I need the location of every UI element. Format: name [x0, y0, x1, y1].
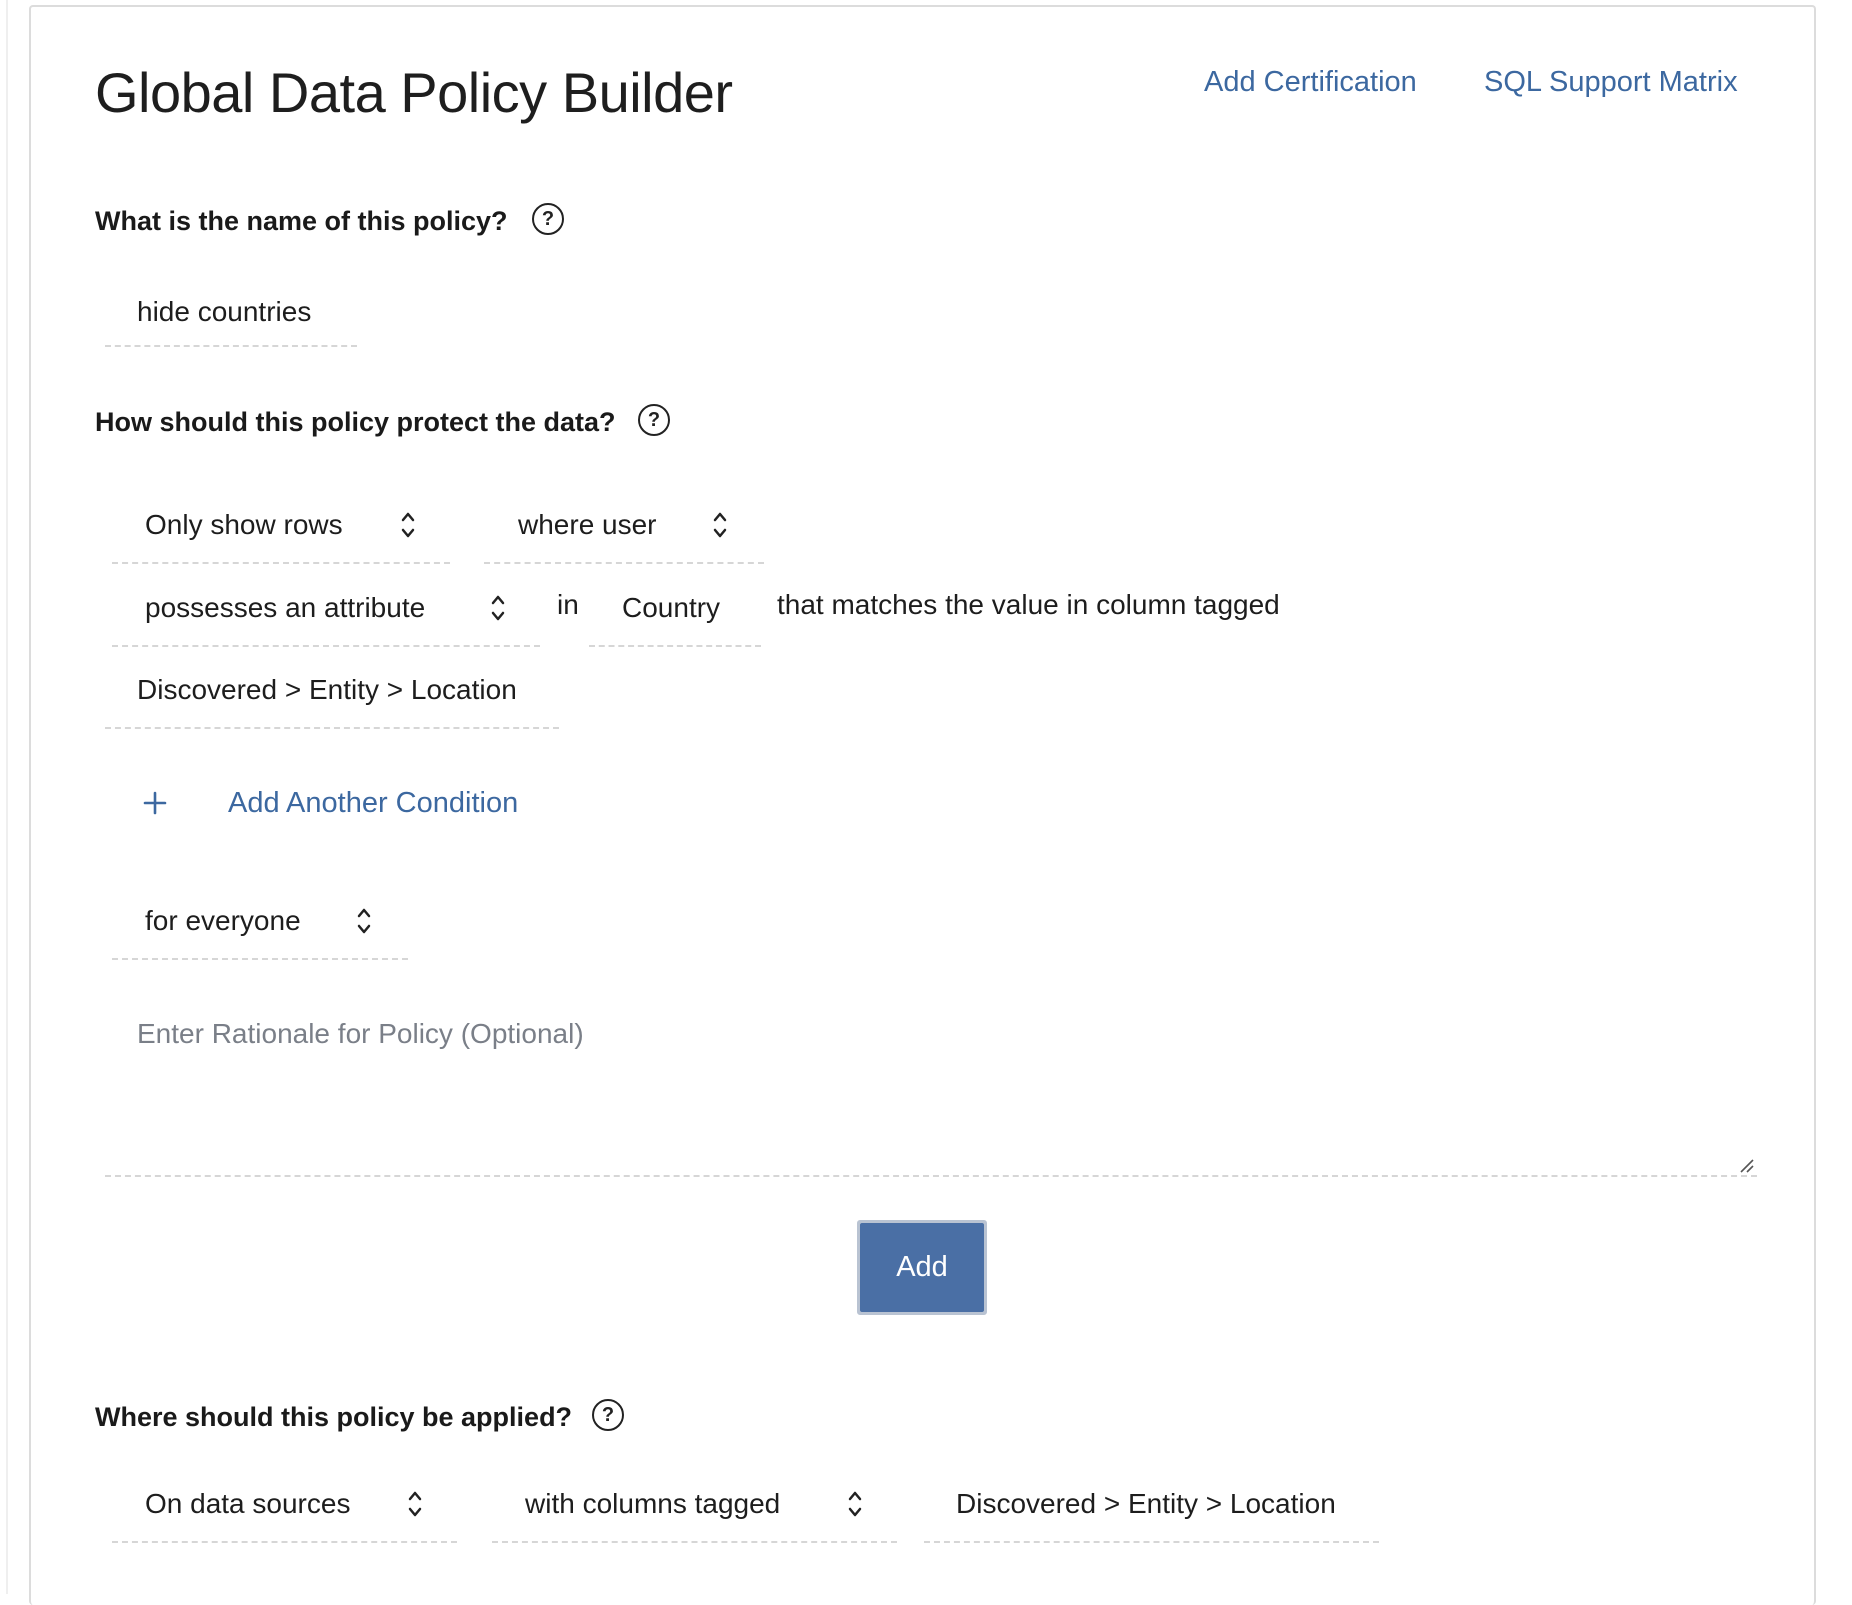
- condition-value: possesses an attribute: [145, 592, 426, 623]
- add-button[interactable]: Add: [860, 1223, 984, 1312]
- question-circle-icon[interactable]: ?: [592, 1399, 624, 1431]
- protection-action-value: Only show rows: [145, 509, 343, 540]
- audience-select[interactable]: for everyone: [112, 884, 408, 960]
- attribute-input[interactable]: Country: [589, 571, 761, 647]
- condition-select[interactable]: possesses an attribute: [112, 571, 540, 647]
- page-title: Global Data Policy Builder: [95, 61, 733, 124]
- column-filter-value: with columns tagged: [525, 1488, 781, 1519]
- apply-tag-value: Discovered > Entity > Location: [956, 1488, 1336, 1519]
- in-label: in: [557, 589, 579, 620]
- resize-handle-icon[interactable]: [1738, 1157, 1754, 1173]
- page-edge: [6, 0, 8, 1594]
- add-button-focus-ring: Add: [857, 1220, 987, 1315]
- apply-tag-input[interactable]: Discovered > Entity > Location: [924, 1467, 1379, 1543]
- add-certification-link[interactable]: Add Certification: [1204, 64, 1417, 100]
- policy-name-question: What is the name of this policy?: [95, 206, 508, 236]
- add-another-condition-link[interactable]: Add Another Condition: [228, 785, 518, 821]
- protection-action-select[interactable]: Only show rows: [112, 488, 450, 564]
- column-filter-select[interactable]: with columns tagged: [492, 1467, 897, 1543]
- chevron-up-down-icon: [491, 595, 505, 621]
- where-user-select[interactable]: where user: [484, 488, 764, 564]
- data-sources-value: On data sources: [145, 1488, 351, 1519]
- chevron-up-down-icon: [713, 512, 727, 538]
- apply-policy-question: Where should this policy be applied?: [95, 1402, 573, 1432]
- audience-value: for everyone: [145, 905, 301, 936]
- question-circle-icon[interactable]: ?: [638, 404, 670, 436]
- chevron-up-down-icon: [401, 512, 415, 538]
- plus-icon[interactable]: [143, 791, 167, 815]
- policy-name-value: hide countries: [137, 295, 312, 327]
- chevron-up-down-icon: [408, 1491, 422, 1517]
- rationale-textarea[interactable]: Enter Rationale for Policy (Optional): [105, 990, 1757, 1177]
- rationale-placeholder: Enter Rationale for Policy (Optional): [137, 1018, 584, 1049]
- sql-support-matrix-link[interactable]: SQL Support Matrix: [1484, 64, 1738, 100]
- column-tag-value: Discovered > Entity > Location: [137, 674, 517, 705]
- data-sources-select[interactable]: On data sources: [112, 1467, 457, 1543]
- column-tag-input[interactable]: Discovered > Entity > Location: [105, 653, 559, 729]
- matches-column-label: that matches the value in column tagged: [777, 589, 1280, 620]
- question-circle-icon[interactable]: ?: [532, 203, 564, 235]
- protect-data-question: How should this policy protect the data?: [95, 407, 616, 437]
- where-user-value: where user: [518, 509, 657, 540]
- chevron-up-down-icon: [357, 908, 371, 934]
- chevron-up-down-icon: [848, 1491, 862, 1517]
- attribute-value: Country: [622, 592, 721, 623]
- policy-name-input[interactable]: hide countries: [105, 278, 357, 347]
